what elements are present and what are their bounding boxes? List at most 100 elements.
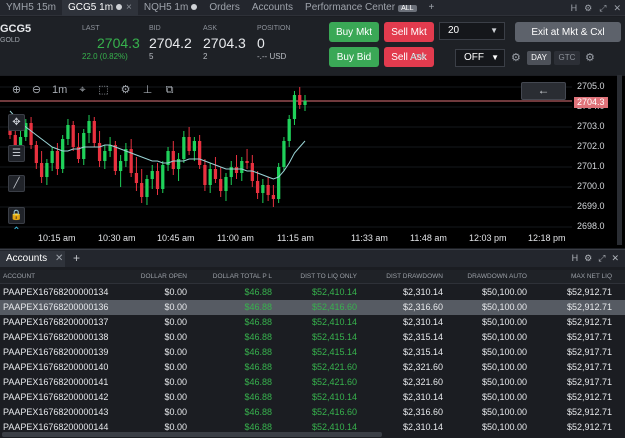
table-cell: $52,912.71 [566, 392, 612, 402]
candle [213, 169, 218, 179]
gtc-tif-button[interactable]: GTC [554, 51, 580, 65]
panel-control-icon[interactable]: ⚙ [584, 253, 592, 264]
sell-market-button[interactable]: Sell Mkt [384, 22, 434, 42]
candle [92, 121, 96, 143]
workspace-tab-label: YMH5 15m [6, 1, 57, 13]
templates-icon[interactable]: ⧉ [162, 83, 177, 98]
window-control-icon[interactable]: H [571, 3, 578, 13]
workspace-tab[interactable]: NQH5 1m [138, 0, 203, 16]
workspace-tab[interactable]: YMH5 15m [0, 0, 62, 16]
order-settings-gear-icon[interactable]: ⚙ [585, 51, 595, 64]
atm-select[interactable]: OFF ▼ [455, 49, 505, 67]
table-row[interactable]: PAAPEX16768200000139 $0.00 $46.88 $52,415.1… [0, 345, 625, 360]
day-tif-button[interactable]: DAY [527, 51, 551, 65]
column-header[interactable]: DOLLAR TOTAL P L [213, 273, 272, 280]
column-header[interactable]: DIST TO LIQ ONLY [300, 273, 357, 280]
draw-line-icon[interactable]: ╱ [8, 175, 25, 192]
workspace-tab[interactable]: Performance Center ALL [299, 0, 423, 16]
panel-control-icon[interactable]: H [572, 253, 579, 264]
candlestick-chart[interactable] [0, 76, 625, 248]
chart-settings-gear-icon[interactable]: ⚙ [118, 83, 133, 98]
table-row[interactable]: PAAPEX16768200000140 $0.00 $46.88 $52,421.6… [0, 360, 625, 375]
buy-market-button[interactable]: Buy Mkt [329, 22, 379, 42]
symbol-name[interactable]: GCG5 [0, 23, 31, 35]
table-row[interactable]: PAAPEX16768200000137 $0.00 $46.88 $52,410.1… [0, 315, 625, 330]
table-cell: $52,410.14 [311, 317, 357, 327]
zoom-in-icon[interactable]: ⊕ [9, 83, 24, 98]
scroll-to-latest-button[interactable]: ← [521, 82, 566, 100]
table-cell: $0.00 [164, 362, 187, 372]
candle [277, 167, 281, 199]
table-cell: $52,912.71 [566, 317, 612, 327]
panel-control-icon[interactable]: ✕ [611, 253, 619, 264]
table-row[interactable]: PAAPEX16768200000142 $0.00 $46.88 $52,410.1… [0, 390, 625, 405]
column-header[interactable]: MAX NET LIQ [571, 273, 612, 280]
table-cell: $52,912.71 [566, 287, 612, 297]
column-header[interactable]: DRAWDOWN AUTO [467, 273, 527, 280]
table-cell: $52,410.14 [311, 392, 357, 402]
live-dot-icon [116, 3, 123, 10]
candle [50, 151, 54, 163]
timeframe-button[interactable]: 1m [52, 83, 67, 98]
table-row[interactable]: PAAPEX16768200000143 $0.00 $46.88 $52,416.6… [0, 405, 625, 420]
workspace-tab[interactable]: Orders [203, 0, 246, 16]
move-icon[interactable]: ✥ [8, 114, 25, 131]
sell-ask-button[interactable]: Sell Ask [384, 47, 434, 67]
column-header[interactable]: DOLLAR OPEN [141, 273, 187, 280]
window-control-icon[interactable]: ✕ [613, 3, 621, 14]
close-icon[interactable]: ✕ [55, 251, 63, 267]
y-axis-tick-label: 2699.0 [577, 201, 605, 211]
table-row[interactable]: PAAPEX16768200000141 $0.00 $46.88 $52,421.6… [0, 375, 625, 390]
collapse-icon[interactable]: ⌃ [8, 224, 25, 241]
price-chart[interactable] [0, 76, 625, 248]
workspace-tab[interactable]: + [423, 0, 441, 16]
scrollbar-thumb[interactable] [2, 432, 382, 437]
y-axis-tick-label: 2698.0 [577, 221, 605, 231]
candle [45, 163, 49, 177]
table-cell: $2,310.14 [402, 287, 443, 297]
buy-bid-button[interactable]: Buy Bid [329, 47, 379, 67]
candle [282, 141, 286, 167]
zoom-out-icon[interactable]: ⊖ [29, 83, 44, 98]
table-cell: $46.88 [244, 332, 272, 342]
candle [103, 151, 107, 161]
workspace-tab-label: + [428, 1, 435, 13]
indicators-icon[interactable]: ⊥ [140, 83, 155, 98]
atm-settings-gear-icon[interactable]: ⚙ [511, 51, 521, 64]
crosshair-icon[interactable]: ⌖ [75, 83, 90, 98]
table-cell: PAAPEX16768200000137 [3, 317, 109, 327]
bid-price: 2704.2 [149, 35, 192, 51]
table-cell: $0.00 [164, 317, 187, 327]
panel-control-icon[interactable]: ⤢ [598, 253, 605, 264]
table-cell: $46.88 [244, 287, 272, 297]
selection-icon[interactable]: ⬚ [96, 83, 111, 98]
table-row[interactable]: PAAPEX16768200000136 $0.00 $46.88 $52,416.6… [0, 300, 625, 315]
add-tab-icon[interactable]: + [73, 251, 80, 265]
table-row[interactable]: PAAPEX16768200000138 $0.00 $46.88 $52,415.1… [0, 330, 625, 345]
chart-scrollbar[interactable] [617, 75, 622, 245]
lock-icon[interactable]: 🔒 [8, 207, 25, 224]
window-control-icon[interactable]: ⤢ [599, 3, 606, 14]
table-cell: $0.00 [164, 407, 187, 417]
dom-ladder-icon[interactable]: ☰ [8, 145, 25, 162]
x-axis-tick-label: 12:18 pm [528, 233, 566, 243]
window-control-icon[interactable]: ⚙ [584, 3, 592, 14]
close-icon[interactable]: × [126, 2, 132, 13]
horizontal-scrollbar[interactable] [0, 431, 625, 438]
candle [87, 121, 91, 133]
ask-label: ASK [203, 25, 218, 32]
column-header[interactable]: ACCOUNT [3, 273, 35, 280]
candle [298, 95, 302, 105]
tab-accounts[interactable]: Accounts ✕ [0, 251, 65, 267]
workspace-tab[interactable]: GCG5 1m × [62, 0, 138, 16]
table-cell: $46.88 [244, 407, 272, 417]
workspace-tab-label: GCG5 1m [68, 1, 114, 13]
candle [145, 179, 149, 197]
exit-at-market-button[interactable]: Exit at Mkt & Cxl [515, 22, 621, 42]
quantity-select[interactable]: 20 ▼ [439, 22, 505, 40]
column-header[interactable]: DIST DRAWDOWN [386, 273, 443, 280]
table-cell: $46.88 [244, 347, 272, 357]
table-row[interactable]: PAAPEX16768200000134 $0.00 $46.88 $52,410.1… [0, 285, 625, 300]
table-cell: $52,410.14 [311, 287, 357, 297]
workspace-tab[interactable]: Accounts [246, 0, 299, 16]
